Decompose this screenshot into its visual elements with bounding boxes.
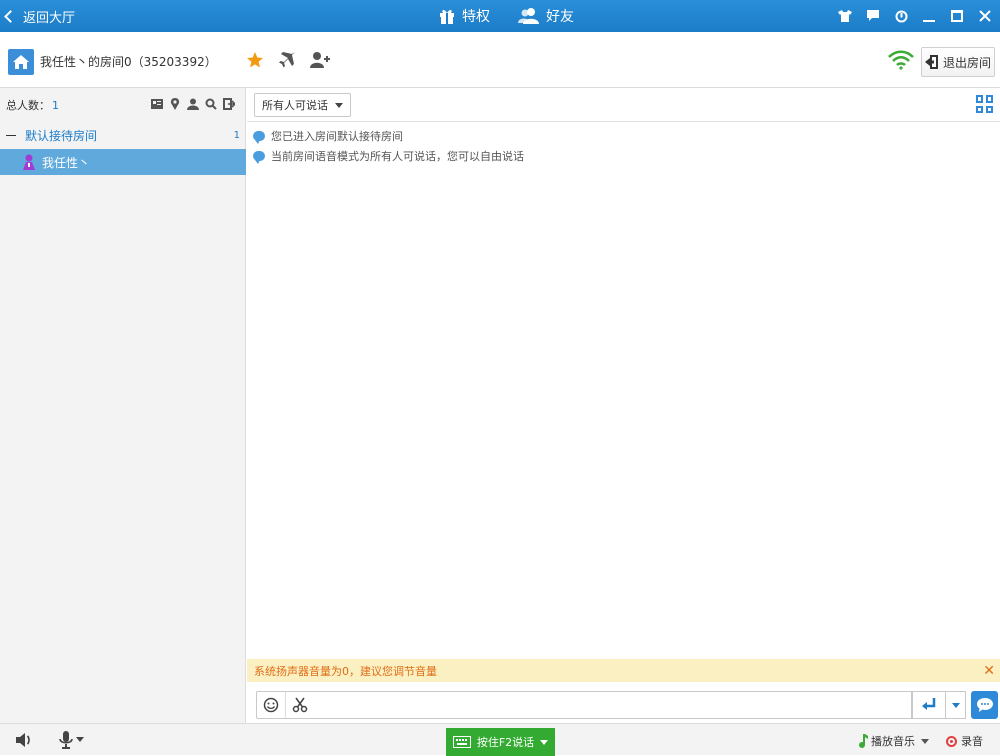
chat-icon	[976, 698, 993, 712]
chevron-down-icon	[76, 737, 84, 742]
keyboard-icon	[452, 736, 471, 748]
search-icon[interactable]	[205, 98, 217, 110]
input-tools	[256, 691, 314, 719]
message-list: 您已进入房间默认接待房间 当前房间语音模式为所有人可说话，您可以自由说话	[253, 126, 524, 166]
exit-icon	[924, 55, 938, 69]
friends-label: 好友	[546, 9, 574, 25]
maximize-icon[interactable]	[950, 9, 964, 23]
send-button[interactable]	[912, 691, 946, 719]
chevron-down-icon	[335, 103, 343, 108]
group-default-reception[interactable]: 默认接待房间 1	[0, 123, 246, 147]
bottom-bar: 按住F2说话 播放音乐 录音	[0, 723, 1000, 756]
push-to-talk-button[interactable]: 按住F2说话	[446, 728, 555, 756]
exit-room-button[interactable]: 退出房间	[921, 47, 995, 77]
close-warning-icon[interactable]: ✕	[983, 663, 995, 679]
member-panel: 总人数： 1 默认接待房间 1 我任性丶	[0, 88, 246, 723]
privilege-button[interactable]: 特权	[438, 6, 490, 26]
member-name: 我任性丶	[42, 155, 91, 170]
group-name: 默认接待房间	[25, 128, 98, 143]
chevron-down-icon	[540, 739, 549, 745]
title-center: 特权 好友	[438, 0, 574, 32]
system-message: 当前房间语音模式为所有人可说话，您可以自由说话	[253, 146, 524, 166]
total-count: 1	[52, 98, 59, 112]
chevron-down-icon	[951, 702, 960, 708]
location-pin-icon[interactable]	[169, 98, 181, 110]
minimize-icon[interactable]	[922, 9, 936, 23]
play-music-button[interactable]: 播放音乐	[858, 733, 929, 749]
chat-input-row	[247, 684, 1000, 723]
grid-layout-icon[interactable]	[976, 95, 994, 113]
chat-bubble-icon	[253, 151, 265, 164]
wifi-signal-icon	[888, 50, 914, 70]
voice-mode-value: 所有人可说话	[262, 99, 328, 112]
friends-icon	[518, 8, 539, 24]
record-icon	[946, 735, 957, 747]
play-music-label: 播放音乐	[871, 735, 915, 748]
push-to-talk-label: 按住F2说话	[476, 736, 535, 749]
collapse-icon[interactable]	[6, 134, 16, 136]
total-label: 总人数：	[6, 99, 50, 112]
volume-warning-bar: 系统扬声器音量为0，建议您调节音量 ✕	[247, 659, 1000, 682]
message-text: 当前房间语音模式为所有人可说话，您可以自由说话	[271, 150, 524, 163]
voice-mode-select[interactable]: 所有人可说话	[254, 93, 351, 117]
group-count: 1	[233, 129, 240, 141]
chat-bubble-button[interactable]	[971, 691, 998, 719]
privilege-label: 特权	[462, 9, 490, 25]
room-header: 我任性丶的房间0（35203392） 退出房间	[0, 32, 1000, 88]
export-icon[interactable]	[223, 98, 235, 110]
voice-mode-bar: 所有人可说话	[247, 88, 1000, 122]
emoji-icon[interactable]	[257, 692, 285, 718]
room-title: 我任性丶的房间0（35203392）	[40, 55, 217, 69]
enter-icon	[922, 698, 936, 710]
chat-bubble-icon	[253, 131, 265, 144]
music-note-icon	[859, 734, 868, 748]
chevron-down-icon	[921, 738, 929, 744]
back-to-lobby-button[interactable]: 返回大厅	[4, 0, 76, 32]
gift-icon	[440, 9, 454, 24]
room-actions	[246, 51, 330, 69]
user-icon[interactable]	[187, 98, 199, 110]
settings-icon[interactable]	[894, 9, 908, 23]
card-view-icon[interactable]	[151, 98, 163, 110]
record-button[interactable]: 录音	[946, 733, 983, 749]
member-tools	[151, 98, 235, 110]
message-text: 您已进入房间默认接待房间	[271, 130, 403, 143]
female-user-icon	[23, 154, 35, 170]
close-icon[interactable]	[978, 9, 992, 23]
record-label: 录音	[961, 735, 983, 748]
chevron-left-icon	[4, 9, 17, 23]
window-controls	[838, 0, 992, 32]
speaker-icon[interactable]	[15, 732, 33, 748]
title-bar: 返回大厅 特权 好友	[0, 0, 1000, 32]
warning-text: 系统扬声器音量为0，建议您调节音量	[254, 664, 437, 678]
exit-room-label: 退出房间	[942, 55, 991, 70]
back-label: 返回大厅	[23, 10, 76, 26]
add-friend-icon[interactable]	[310, 51, 330, 69]
send-options-dropdown[interactable]	[946, 691, 966, 719]
message-icon[interactable]	[866, 9, 880, 23]
member-row[interactable]: 我任性丶	[0, 149, 246, 175]
favorite-star-icon[interactable]	[246, 51, 264, 69]
skin-icon[interactable]	[838, 9, 852, 23]
chat-input[interactable]	[311, 691, 912, 719]
home-icon	[8, 49, 34, 75]
plane-icon[interactable]	[278, 51, 296, 69]
friends-button[interactable]: 好友	[518, 6, 574, 26]
microphone-icon	[59, 731, 73, 749]
chat-area: 所有人可说话 您已进入房间默认接待房间 当前房间语音模式为所有人可说话，您可以自…	[247, 88, 1000, 723]
screenshot-scissors-icon[interactable]	[285, 692, 313, 718]
microphone-button[interactable]	[58, 731, 84, 749]
system-message: 您已进入房间默认接待房间	[253, 126, 524, 146]
